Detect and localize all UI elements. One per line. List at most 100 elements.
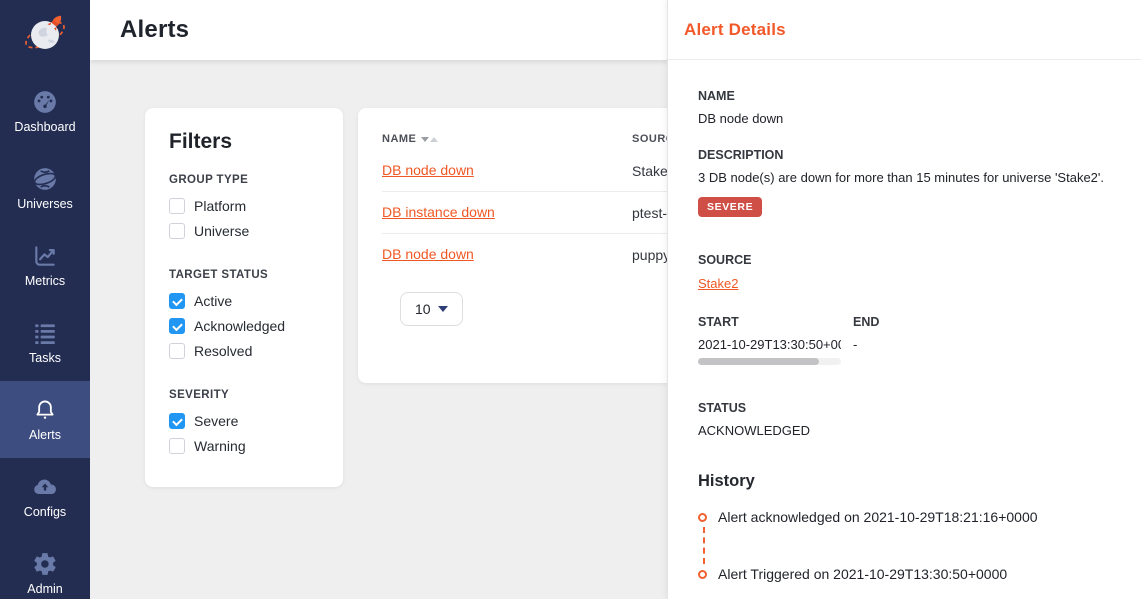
detail-start-block: START 2021-10-29T13:30:50+0000 bbox=[698, 315, 853, 365]
gauge-icon bbox=[32, 89, 58, 115]
history-item: Alert Triggered on 2021-10-29T13:30:50+0… bbox=[698, 566, 1115, 582]
detail-status-value: ACKNOWLEDGED bbox=[698, 423, 1115, 438]
sidebar-item-label: Universes bbox=[17, 197, 73, 211]
sidebar-item-universes[interactable]: Universes bbox=[0, 150, 90, 227]
detail-source-block: SOURCE Stake2 bbox=[698, 253, 1115, 293]
alert-name-link[interactable]: DB node down bbox=[382, 246, 474, 262]
detail-description-value: 3 DB node(s) are down for more than 15 m… bbox=[698, 170, 1115, 185]
sidebar-item-alerts[interactable]: Alerts bbox=[0, 381, 90, 458]
table-row[interactable]: DB node down Stake bbox=[382, 150, 710, 192]
filter-option-platform[interactable]: Platform bbox=[169, 198, 319, 214]
scrollbar-thumb[interactable] bbox=[698, 358, 819, 365]
alerts-table-card: NAME SOURCE DB node down Stake DB instan… bbox=[358, 108, 710, 383]
sort-icons bbox=[421, 137, 438, 142]
timeline-dot-icon bbox=[698, 570, 707, 579]
alert-name-link[interactable]: DB node down bbox=[382, 162, 474, 178]
page-size-value: 10 bbox=[415, 301, 431, 317]
sort-asc-icon bbox=[430, 137, 438, 142]
alert-details-body: NAME DB node down DESCRIPTION 3 DB node(… bbox=[668, 60, 1141, 582]
timeline-dot-icon bbox=[698, 513, 707, 522]
sort-desc-icon bbox=[421, 137, 429, 142]
history-item-text: Alert Triggered on 2021-10-29T13:30:50+0… bbox=[718, 566, 1007, 582]
checkbox[interactable] bbox=[169, 438, 185, 454]
sidebar-item-label: Alerts bbox=[29, 428, 61, 442]
filter-section-group-type: GROUP TYPE Platform Universe bbox=[169, 174, 319, 239]
table-row[interactable]: DB instance down ptest- bbox=[382, 192, 710, 234]
sidebar-item-dashboard[interactable]: Dashboard bbox=[0, 73, 90, 150]
sidebar-item-label: Admin bbox=[27, 582, 62, 596]
sidebar-item-admin[interactable]: Admin bbox=[0, 535, 90, 599]
alert-details-panel: Alert Details NAME DB node down DESCRIPT… bbox=[667, 0, 1141, 599]
filter-option-warning[interactable]: Warning bbox=[169, 438, 319, 454]
line-chart-icon bbox=[32, 243, 58, 269]
filter-section-label: GROUP TYPE bbox=[169, 174, 319, 186]
checkbox[interactable] bbox=[169, 293, 185, 309]
filter-option-active[interactable]: Active bbox=[169, 293, 319, 309]
filter-option-acknowledged[interactable]: Acknowledged bbox=[169, 318, 319, 334]
cloud-upload-icon bbox=[32, 474, 58, 500]
checkbox[interactable] bbox=[169, 343, 185, 359]
detail-source-label: SOURCE bbox=[698, 253, 1115, 267]
detail-end-block: END - bbox=[853, 315, 879, 365]
detail-start-label: START bbox=[698, 315, 853, 329]
gear-icon bbox=[32, 551, 58, 577]
checkbox-label: Universe bbox=[194, 223, 249, 239]
history-timeline: Alert acknowledged on 2021-10-29T18:21:1… bbox=[698, 509, 1115, 582]
severity-badge: SEVERE bbox=[698, 197, 762, 217]
detail-name-value: DB node down bbox=[698, 111, 1115, 126]
filter-option-resolved[interactable]: Resolved bbox=[169, 343, 319, 359]
detail-end-label: END bbox=[853, 315, 879, 329]
column-header-name-label: NAME bbox=[382, 133, 416, 145]
sidebar-item-label: Dashboard bbox=[14, 120, 75, 134]
alert-source: puppy bbox=[632, 247, 670, 263]
checkbox[interactable] bbox=[169, 318, 185, 334]
detail-time-row: START 2021-10-29T13:30:50+0000 END - bbox=[698, 315, 1115, 365]
bell-icon bbox=[32, 397, 58, 423]
detail-name-label: NAME bbox=[698, 89, 1115, 103]
page-title: Alerts bbox=[120, 16, 189, 44]
checkbox-label: Resolved bbox=[194, 343, 252, 359]
sidebar-item-tasks[interactable]: Tasks bbox=[0, 304, 90, 381]
filters-title: Filters bbox=[169, 130, 319, 154]
table-header-row: NAME SOURCE bbox=[382, 128, 710, 150]
checkbox-label: Severe bbox=[194, 413, 238, 429]
filter-option-severe[interactable]: Severe bbox=[169, 413, 319, 429]
filter-section-severity: SEVERITY Severe Warning bbox=[169, 389, 319, 454]
sidebar: Dashboard Universes Metrics Tasks Alerts… bbox=[0, 0, 90, 599]
list-icon bbox=[32, 320, 58, 346]
filter-section-label: SEVERITY bbox=[169, 389, 319, 401]
detail-description-block: DESCRIPTION 3 DB node(s) are down for mo… bbox=[698, 148, 1115, 217]
table-row[interactable]: DB node down puppy bbox=[382, 234, 710, 276]
sidebar-item-label: Tasks bbox=[29, 351, 61, 365]
page-size-dropdown[interactable]: 10 bbox=[400, 292, 463, 326]
checkbox[interactable] bbox=[169, 413, 185, 429]
checkbox-label: Warning bbox=[194, 438, 246, 454]
history-item-text: Alert acknowledged on 2021-10-29T18:21:1… bbox=[718, 509, 1038, 525]
sidebar-item-configs[interactable]: Configs bbox=[0, 458, 90, 535]
checkbox[interactable] bbox=[169, 198, 185, 214]
chevron-down-icon bbox=[438, 306, 448, 312]
alert-details-header: Alert Details bbox=[668, 0, 1141, 60]
filter-section-target-status: TARGET STATUS Active Acknowledged Resolv… bbox=[169, 269, 319, 359]
filter-option-universe[interactable]: Universe bbox=[169, 223, 319, 239]
detail-status-block: STATUS ACKNOWLEDGED bbox=[698, 401, 1115, 438]
checkbox[interactable] bbox=[169, 223, 185, 239]
app-logo[interactable] bbox=[0, 0, 90, 73]
detail-status-label: STATUS bbox=[698, 401, 1115, 415]
detail-name-block: NAME DB node down bbox=[698, 89, 1115, 126]
timeline-connector bbox=[703, 527, 1116, 564]
alert-details-title: Alert Details bbox=[684, 20, 786, 40]
planet-rocket-logo-icon bbox=[19, 8, 71, 65]
sidebar-item-label: Configs bbox=[24, 505, 66, 519]
sidebar-item-label: Metrics bbox=[25, 274, 65, 288]
globe-icon bbox=[32, 166, 58, 192]
horizontal-scrollbar bbox=[698, 358, 841, 365]
sidebar-item-metrics[interactable]: Metrics bbox=[0, 227, 90, 304]
history-item: Alert acknowledged on 2021-10-29T18:21:1… bbox=[698, 509, 1115, 525]
checkbox-label: Platform bbox=[194, 198, 246, 214]
alert-name-link[interactable]: DB instance down bbox=[382, 204, 495, 220]
column-header-name[interactable]: NAME bbox=[382, 133, 632, 145]
source-link[interactable]: Stake2 bbox=[698, 276, 738, 291]
filters-panel: Filters GROUP TYPE Platform Universe TAR… bbox=[145, 108, 343, 487]
detail-description-label: DESCRIPTION bbox=[698, 148, 1115, 162]
